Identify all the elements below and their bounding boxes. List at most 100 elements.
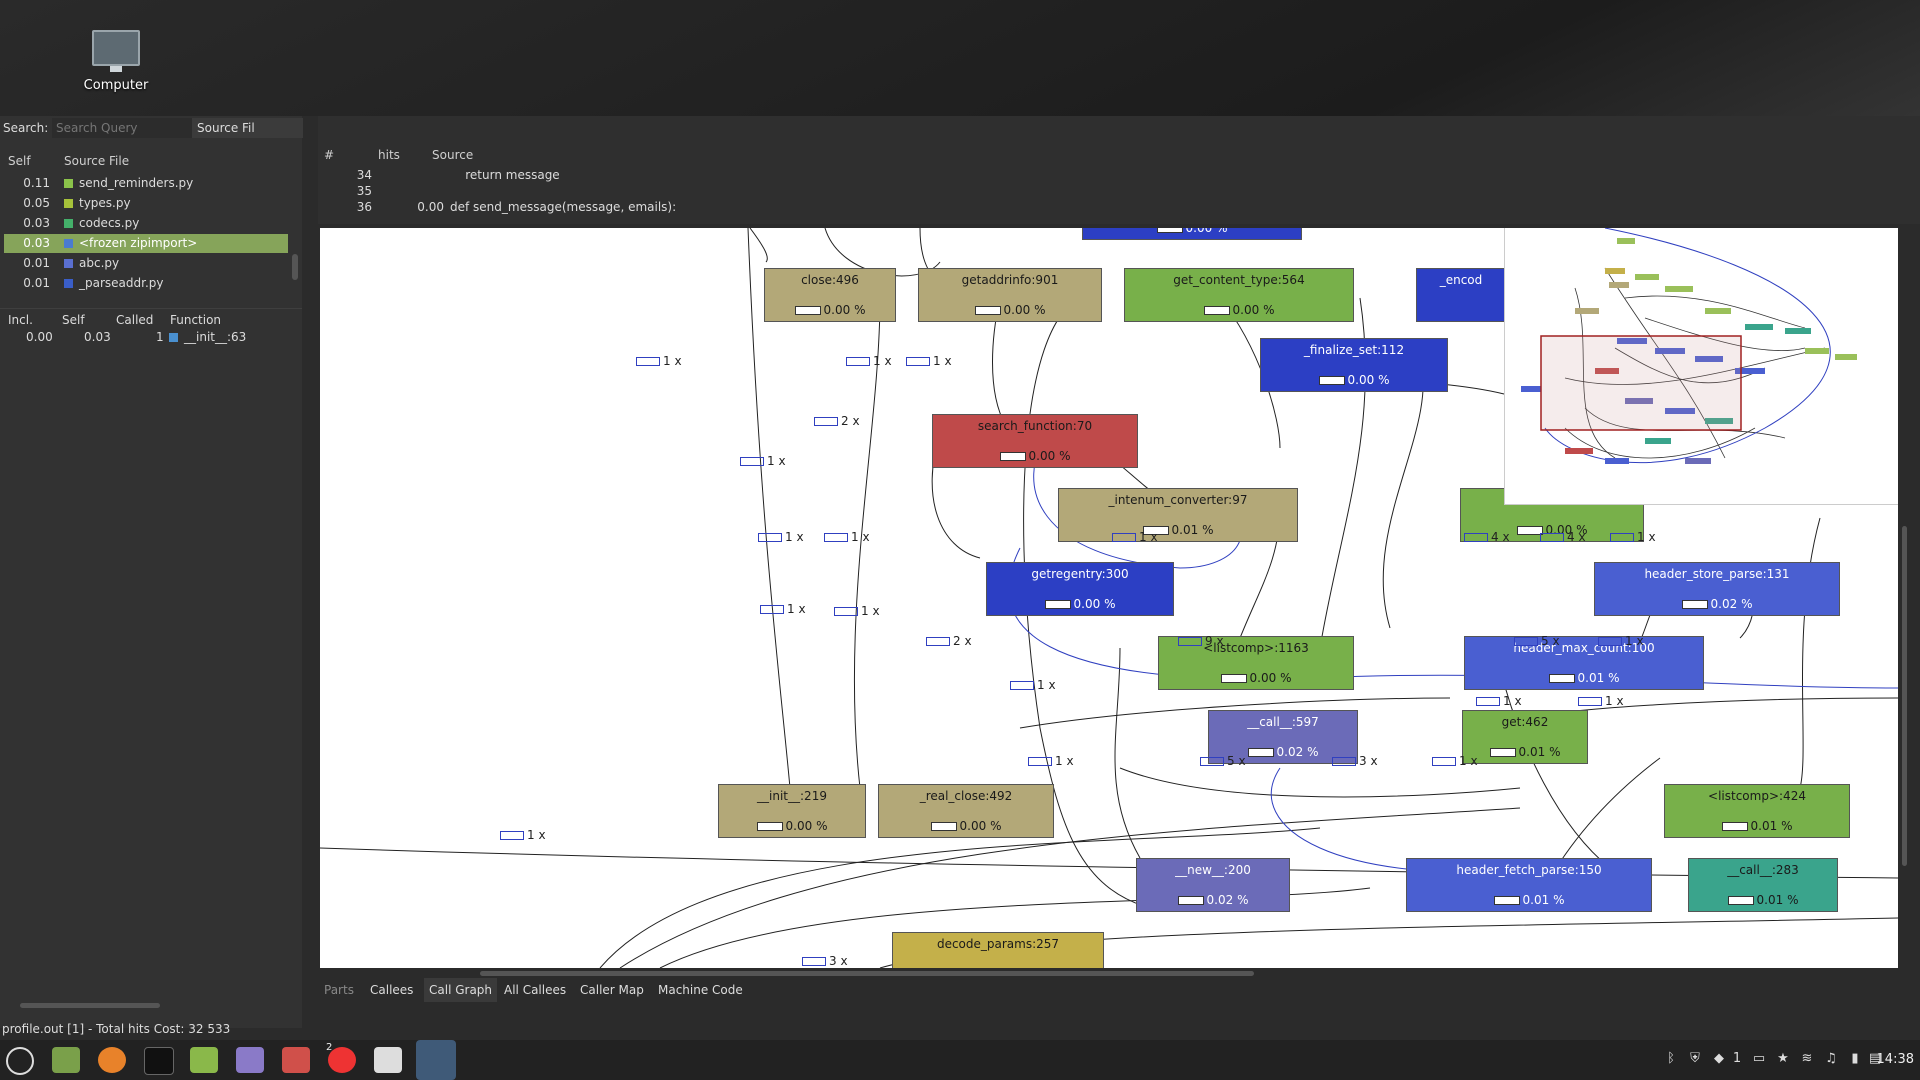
graph-node-n-top[interactable]: 0.00 % (1082, 228, 1302, 240)
tab-parts[interactable]: Parts (324, 978, 354, 1002)
function-row[interactable]: 0.00 0.03 1 __init__:63 (0, 330, 302, 348)
call-graph-canvas[interactable]: 0.00 % close:496 0.00 % getaddrinfo:901 0.00… (320, 228, 1898, 968)
edge-call-count: 1 x (1010, 678, 1056, 692)
search-scope-select[interactable]: Source Fil (192, 118, 303, 138)
col-self-header[interactable]: Self (8, 154, 31, 168)
files-icon[interactable] (190, 1047, 218, 1073)
menu-icon[interactable] (6, 1047, 34, 1075)
col-incl-header[interactable]: Incl. (8, 313, 33, 327)
graph-vscrollbar[interactable] (1902, 526, 1907, 866)
cost-bar-icon (756, 822, 783, 831)
cost-bar-icon (1247, 748, 1274, 757)
graph-node-getregentry[interactable]: getregentry:300 0.00 % (986, 562, 1174, 616)
source-line[interactable]: 36 0.00 def send_message(message, emails… (318, 200, 1908, 216)
function-color-icon (169, 333, 178, 342)
edge-call-count: 4 x (1464, 530, 1510, 544)
edge-call-count: 1 x (1432, 754, 1478, 768)
bluetooth-icon[interactable]: ᛒ (1664, 1052, 1678, 1066)
cost-bar-icon (1727, 896, 1754, 905)
col-function-header[interactable]: Function (170, 313, 221, 327)
edge-call-count: 1 x (1598, 634, 1644, 648)
node-cost-value: 0.01 % (1518, 745, 1561, 759)
graph-node-header_max_count[interactable]: header_max_count:100 0.01 % (1464, 636, 1704, 690)
graph-node-get462[interactable]: get:462 0.01 % (1462, 710, 1588, 764)
file-row[interactable]: 0.11 send_reminders.py (4, 174, 288, 193)
graph-node-real_close[interactable]: _real_close:492 0.00 % (878, 784, 1054, 838)
col-called-header[interactable]: Called (116, 313, 153, 327)
function-hscrollbar[interactable] (20, 1003, 160, 1008)
graph-node-listcomp424[interactable]: <listcomp>:424 0.01 % (1664, 784, 1850, 838)
graph-node-get_content_type[interactable]: get_content_type:564 0.00 % (1124, 268, 1354, 322)
battery-icon[interactable]: ▮ (1848, 1052, 1862, 1066)
tab-call-graph[interactable]: Call Graph (424, 978, 498, 1002)
cost-bar-icon (794, 306, 821, 315)
file-color-icon (64, 179, 73, 188)
graph-node-header_store_parse[interactable]: header_store_parse:131 0.02 % (1594, 562, 1840, 616)
image-viewer-icon[interactable] (282, 1047, 310, 1073)
source-line[interactable]: 34 return message (318, 168, 1908, 184)
graph-node-call283[interactable]: __call__:283 0.01 % (1688, 858, 1838, 912)
edge-marker-icon (1178, 637, 1202, 646)
shield-icon[interactable]: ⛨ (1688, 1052, 1702, 1066)
graph-node-getaddrinfo[interactable]: getaddrinfo:901 0.00 % (918, 268, 1102, 322)
edge-call-count-text: 1 x (1037, 678, 1056, 692)
file-color-icon (64, 199, 73, 208)
graph-node-decode_params[interactable]: decode_params:257 (892, 932, 1104, 968)
kcachegrind-icon[interactable] (416, 1040, 456, 1080)
show-desktop-icon[interactable] (52, 1047, 80, 1073)
graph-node-finalize_set[interactable]: _finalize_set:112 0.00 % (1260, 338, 1448, 392)
col-source-file-header[interactable]: Source File (64, 154, 129, 168)
edge-call-count: 1 x (636, 354, 682, 368)
node-label: getregentry:300 (1031, 567, 1129, 581)
text-editor-icon[interactable] (236, 1047, 264, 1073)
col-self-header[interactable]: Self (62, 313, 85, 327)
file-row[interactable]: 0.01 _parseaddr.py (4, 274, 288, 293)
terminal-icon[interactable] (144, 1047, 174, 1075)
printer-icon[interactable]: ▭ (1752, 1052, 1766, 1066)
clock[interactable]: 14:38 (1877, 1052, 1914, 1067)
graph-node-new200[interactable]: __new__:200 0.02 % (1136, 858, 1290, 912)
desktop-computer-icon[interactable]: Computer (80, 30, 152, 93)
src-col-num-header[interactable]: # (324, 148, 334, 162)
graph-overview-map[interactable] (1504, 228, 1898, 505)
tab-machine-code[interactable]: Machine Code (658, 978, 743, 1002)
edge-marker-icon (846, 357, 870, 366)
tab-callees[interactable]: Callees (370, 978, 413, 1002)
graph-node-header_fetch_parse[interactable]: header_fetch_parse:150 0.01 % (1406, 858, 1652, 912)
graph-node-intenum_converter[interactable]: _intenum_converter:97 0.01 % (1058, 488, 1298, 542)
edge-call-count-text: 4 x (1567, 530, 1586, 544)
wifi-icon[interactable]: ≋ (1800, 1052, 1814, 1066)
star-icon[interactable]: ★ (1776, 1052, 1790, 1066)
taskbar: 2 ᛒ ⛨ ◆ 1 ▭ ★ ≋ ♫ ▮ ▤ 14:38 (0, 1040, 1920, 1080)
status-bar-text: profile.out [1] - Total hits Cost: 32 53… (2, 1022, 231, 1036)
edge-marker-icon (1200, 757, 1224, 766)
graph-node-close[interactable]: close:496 0.00 % (764, 268, 896, 322)
graph-node-search_function[interactable]: search_function:70 0.00 % (932, 414, 1138, 468)
file-row[interactable]: 0.03 <frozen zipimport> (4, 234, 288, 253)
tab-all-callees[interactable]: All Callees (504, 978, 566, 1002)
file-name: abc.py (79, 256, 120, 270)
tab-caller-map[interactable]: Caller Map (580, 978, 644, 1002)
notifications-icon[interactable]: ◆ (1712, 1052, 1726, 1066)
edge-call-count-text: 1 x (1637, 530, 1656, 544)
graph-hscrollbar[interactable] (480, 971, 1254, 976)
source-line[interactable]: 35 (318, 184, 1908, 200)
file-list-scrollbar[interactable] (292, 254, 298, 280)
search-input[interactable] (52, 118, 194, 138)
music-icon[interactable]: ♫ (1824, 1052, 1838, 1066)
line-number: 36 (356, 200, 372, 214)
printer-app-icon[interactable] (374, 1047, 402, 1073)
file-row[interactable]: 0.05 types.py (4, 194, 288, 213)
firefox-icon[interactable] (98, 1047, 126, 1073)
node-label: _finalize_set:112 (1303, 343, 1405, 357)
edge-call-count-text: 9 x (1205, 634, 1224, 648)
graph-node-encod[interactable]: _encod (1416, 268, 1506, 322)
src-col-source-header[interactable]: Source (432, 148, 473, 162)
node-label: _intenum_converter:97 (1108, 493, 1248, 507)
node-cost-value: 0.00 % (1003, 303, 1046, 317)
node-cost-value: 0.02 % (1206, 893, 1249, 907)
graph-node-init219[interactable]: __init__:219 0.00 % (718, 784, 866, 838)
file-row[interactable]: 0.01 abc.py (4, 254, 288, 273)
file-row[interactable]: 0.03 codecs.py (4, 214, 288, 233)
src-col-hits-header[interactable]: hits (378, 148, 400, 162)
